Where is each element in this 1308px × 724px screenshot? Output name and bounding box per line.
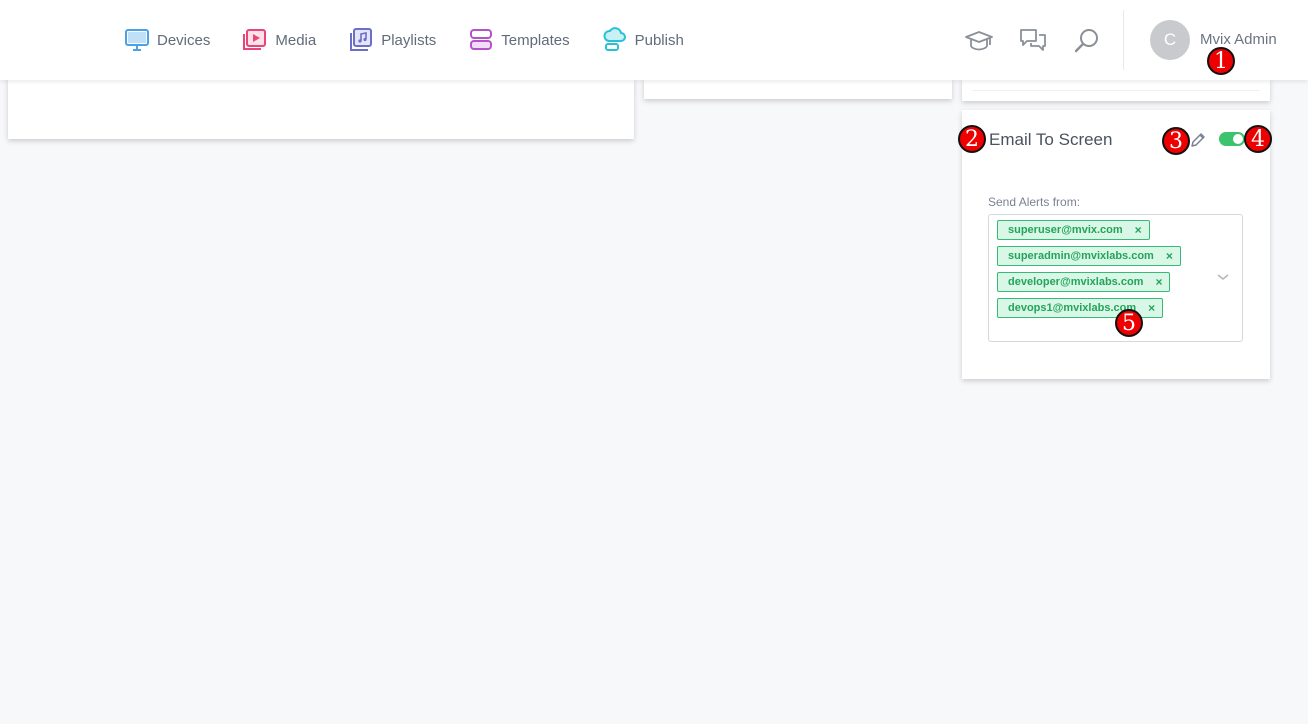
search-button[interactable] xyxy=(1070,24,1104,58)
nav-media[interactable]: Media xyxy=(242,27,316,53)
email-tag: superadmin@mvixlabs.com × xyxy=(997,246,1181,266)
media-play-icon xyxy=(243,29,267,50)
nav-devices-label: Devices xyxy=(157,31,211,49)
email-tags: superuser@mvix.com × superadmin@mvixlabs… xyxy=(997,220,1181,324)
nav-publish[interactable]: Publish xyxy=(602,27,684,53)
nav-playlists-label: Playlists xyxy=(381,31,437,49)
remove-tag-button[interactable]: × xyxy=(1135,223,1142,237)
nav-playlists[interactable]: Playlists xyxy=(348,27,436,53)
monitor-icon xyxy=(125,29,149,51)
annotation-marker-1: 1 xyxy=(1207,47,1235,75)
chat-bubbles-icon xyxy=(1020,29,1046,51)
remove-tag-button[interactable]: × xyxy=(1166,249,1173,263)
training-button[interactable] xyxy=(962,24,996,58)
nav-devices[interactable]: Devices xyxy=(124,27,210,53)
support-chat-button[interactable] xyxy=(1016,24,1050,58)
toggle-knob xyxy=(1233,134,1243,144)
nav-media-label: Media xyxy=(275,31,317,49)
settings-card-right-top xyxy=(962,78,1270,101)
annotation-marker-2: 2 xyxy=(958,125,986,153)
playlist-icon xyxy=(350,28,373,51)
chevron-down-icon[interactable] xyxy=(1216,272,1230,282)
email-tag-text: devops1@mvixlabs.com xyxy=(1008,302,1137,314)
settings-card-middle xyxy=(644,78,952,99)
templates-icon xyxy=(470,29,493,50)
settings-card-left xyxy=(8,78,634,139)
send-alerts-label: Send Alerts from: xyxy=(988,195,1081,209)
graduation-cap-icon xyxy=(965,31,993,51)
email-tag-text: superadmin@mvixlabs.com xyxy=(1008,250,1154,262)
header-divider xyxy=(1123,10,1124,70)
email-to-screen-card: Email To Screen Send Alerts from: superu… xyxy=(962,110,1270,379)
annotation-marker-3: 3 xyxy=(1162,127,1190,155)
email-tag: superuser@mvix.com × xyxy=(997,220,1150,240)
avatar[interactable]: C xyxy=(1150,20,1190,60)
edit-button[interactable] xyxy=(1188,130,1208,150)
card-divider xyxy=(972,90,1260,91)
email-tag: developer@mvixlabs.com × xyxy=(997,272,1171,292)
pencil-icon xyxy=(1191,133,1205,147)
header-tools xyxy=(962,24,1124,58)
card-title: Email To Screen xyxy=(989,130,1113,149)
annotation-marker-5: 5 xyxy=(1115,309,1143,337)
email-tag-text: developer@mvixlabs.com xyxy=(1008,276,1144,288)
nav-publish-label: Publish xyxy=(634,31,684,49)
enable-toggle[interactable] xyxy=(1219,132,1245,146)
cloud-publish-icon xyxy=(603,27,626,51)
nav-templates[interactable]: Templates xyxy=(468,27,570,53)
main-nav: Devices Media Playlists Templates Publis… xyxy=(124,0,716,80)
search-icon xyxy=(1074,29,1098,53)
email-tag-text: superuser@mvix.com xyxy=(1008,224,1123,236)
top-navigation-bar: Devices Media Playlists Templates Publis… xyxy=(0,0,1308,80)
user-name[interactable]: Mvix Admin xyxy=(1200,31,1277,48)
nav-templates-label: Templates xyxy=(501,31,570,49)
remove-tag-button[interactable]: × xyxy=(1155,275,1162,289)
annotation-marker-4: 4 xyxy=(1244,125,1272,153)
remove-tag-button[interactable]: × xyxy=(1148,301,1155,315)
